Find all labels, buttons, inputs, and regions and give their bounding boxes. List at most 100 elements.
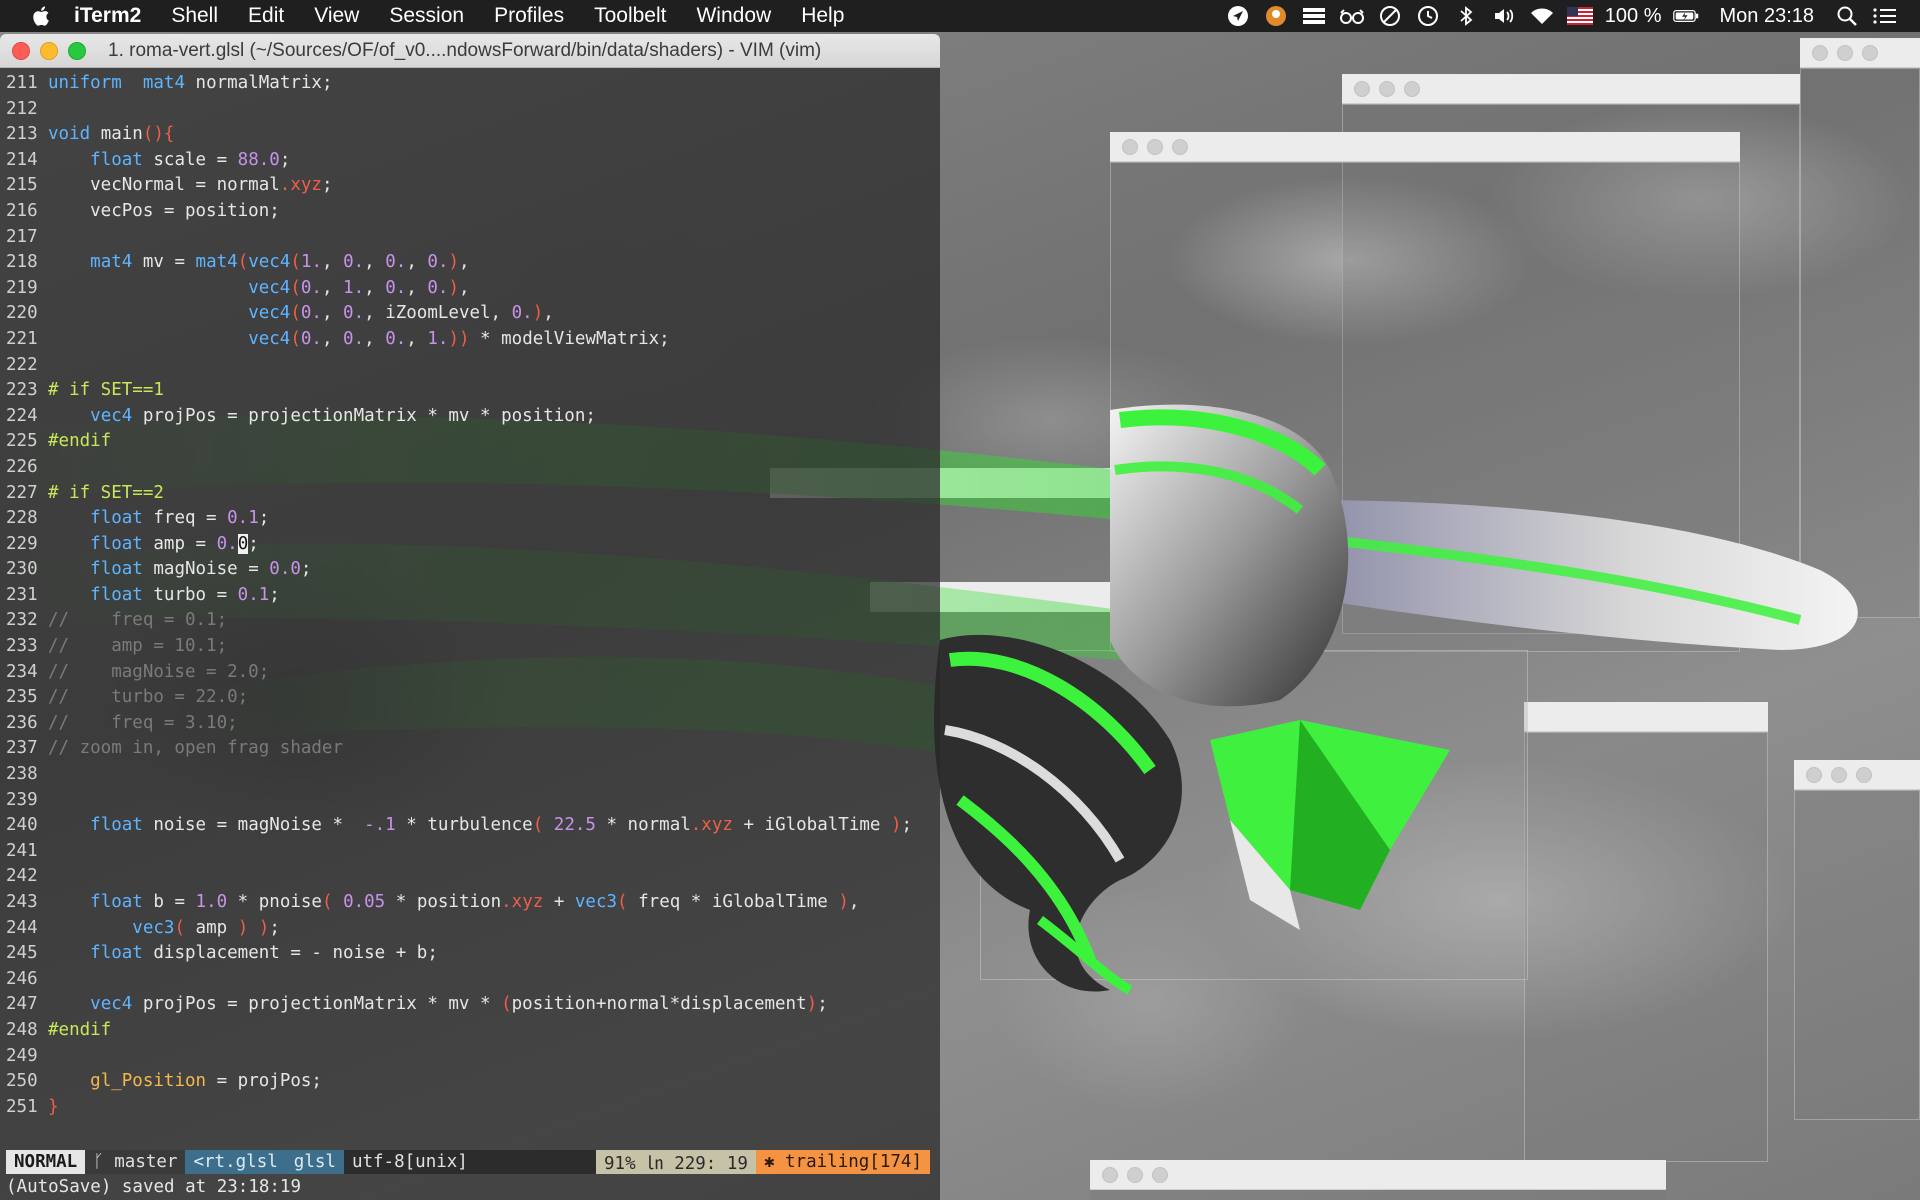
menu-view[interactable]: View bbox=[299, 4, 374, 28]
code-line[interactable]: 235 // turbo = 22.0; bbox=[0, 685, 940, 711]
menu-session[interactable]: Session bbox=[374, 4, 479, 28]
code-line[interactable]: 222 bbox=[0, 353, 940, 379]
close-dot-icon[interactable] bbox=[1102, 1166, 1118, 1183]
code-line[interactable]: 225 #endif bbox=[0, 429, 940, 455]
code-line[interactable]: 217 bbox=[0, 225, 940, 251]
menu-help[interactable]: Help bbox=[786, 4, 859, 28]
window-titlebar[interactable] bbox=[1800, 38, 1920, 68]
code-line[interactable]: 230 float magNoise = 0.0; bbox=[0, 557, 940, 583]
window-titlebar[interactable] bbox=[1090, 1160, 1666, 1190]
close-window-icon[interactable] bbox=[12, 41, 30, 60]
menu-app-name[interactable]: iTerm2 bbox=[74, 4, 156, 28]
close-dot-icon[interactable] bbox=[1354, 80, 1370, 97]
minimize-window-icon[interactable] bbox=[40, 41, 58, 60]
code-line[interactable]: 238 bbox=[0, 762, 940, 788]
iterm-window[interactable]: 1. roma-vert.glsl (~/Sources/OF/of_v0...… bbox=[0, 34, 940, 1200]
code-line[interactable]: 215 vecNormal = normal.xyz; bbox=[0, 173, 940, 199]
code-line[interactable]: 244 vec3( amp ) ); bbox=[0, 916, 940, 942]
code-line[interactable]: 242 bbox=[0, 864, 940, 890]
code-line[interactable]: 221 vec4(0., 0., 0., 1.)) * modelViewMat… bbox=[0, 327, 940, 353]
battery-charging-icon[interactable] bbox=[1673, 3, 1699, 29]
code-line[interactable]: 216 vecPos = position; bbox=[0, 199, 940, 225]
vim-editor[interactable]: 211 uniform mat4 normalMatrix; 212 213 void … bbox=[0, 68, 940, 1200]
code-line[interactable]: 236 // freq = 3.10; bbox=[0, 711, 940, 737]
code-line[interactable]: 241 bbox=[0, 839, 940, 865]
code-line[interactable]: 249 bbox=[0, 1044, 940, 1070]
volume-icon[interactable] bbox=[1491, 3, 1517, 29]
location-icon[interactable] bbox=[1225, 3, 1251, 29]
minimize-dot-icon[interactable] bbox=[1147, 138, 1163, 155]
code-line[interactable]: 251} bbox=[0, 1095, 940, 1121]
app-window-3[interactable] bbox=[1110, 132, 1740, 652]
menu-window[interactable]: Window bbox=[681, 4, 786, 28]
zoom-window-icon[interactable] bbox=[68, 41, 86, 60]
code-line[interactable]: 226 bbox=[0, 455, 940, 481]
wifi-icon[interactable] bbox=[1529, 3, 1555, 29]
window-titlebar[interactable] bbox=[1110, 132, 1740, 162]
zoom-dot-icon[interactable] bbox=[1856, 766, 1872, 783]
spotlight-search-icon[interactable] bbox=[1834, 3, 1860, 29]
code-line[interactable]: 213 void main(){ bbox=[0, 122, 940, 148]
app-window-6[interactable] bbox=[1090, 1160, 1666, 1200]
window-titlebar[interactable] bbox=[1342, 74, 1800, 104]
menu-edit[interactable]: Edit bbox=[233, 4, 299, 28]
code-line[interactable]: 224 vec4 projPos = projectionMatrix * mv… bbox=[0, 404, 940, 430]
window-titlebar[interactable] bbox=[1794, 760, 1920, 790]
window-titlebar[interactable] bbox=[1524, 702, 1768, 732]
code-line[interactable]: 228 float freq = 0.1; bbox=[0, 506, 940, 532]
code-line[interactable]: 231 float turbo = 0.1; bbox=[0, 583, 940, 609]
code-line[interactable]: 218 mat4 mv = mat4(vec4(1., 0., 0., 0.), bbox=[0, 250, 940, 276]
code-line[interactable]: 240 float noise = magNoise * -.1 * turbu… bbox=[0, 813, 940, 839]
code-line[interactable]: 219 vec4(0., 1., 0., 0.), bbox=[0, 276, 940, 302]
code-line[interactable]: 248 #endif bbox=[0, 1018, 940, 1044]
close-dot-icon[interactable] bbox=[1122, 138, 1138, 155]
app-window-4[interactable] bbox=[1524, 702, 1768, 1162]
code-line[interactable]: 214 float scale = 88.0; bbox=[0, 148, 940, 174]
code-line[interactable]: 211 uniform mat4 normalMatrix; bbox=[0, 71, 940, 97]
activity-icon[interactable] bbox=[1263, 3, 1289, 29]
zoom-dot-icon[interactable] bbox=[1152, 1166, 1168, 1183]
glasses-icon[interactable] bbox=[1339, 3, 1365, 29]
minimize-dot-icon[interactable] bbox=[1379, 80, 1395, 97]
time-machine-icon[interactable] bbox=[1415, 3, 1441, 29]
vim-cmdline[interactable]: (AutoSave) saved at 23:18:19 bbox=[6, 1177, 301, 1197]
code-line[interactable]: 233 // amp = 10.1; bbox=[0, 634, 940, 660]
code-line[interactable]: 227 # if SET==2 bbox=[0, 481, 940, 507]
close-dot-icon[interactable] bbox=[1806, 766, 1822, 783]
apple-icon[interactable] bbox=[30, 4, 54, 28]
menu-shell[interactable]: Shell bbox=[156, 4, 233, 28]
do-not-disturb-icon[interactable] bbox=[1377, 3, 1403, 29]
minimize-dot-icon[interactable] bbox=[1837, 44, 1853, 61]
code-line[interactable]: 234 // magNoise = 2.0; bbox=[0, 660, 940, 686]
code-line[interactable]: 212 bbox=[0, 97, 940, 123]
code-line[interactable]: 239 bbox=[0, 788, 940, 814]
close-dot-icon[interactable] bbox=[1812, 44, 1828, 61]
zoom-dot-icon[interactable] bbox=[1404, 80, 1420, 97]
code-line[interactable]: 250 gl_Position = projPos; bbox=[0, 1069, 940, 1095]
iterm-titlebar[interactable]: 1. roma-vert.glsl (~/Sources/OF/of_v0...… bbox=[0, 34, 940, 68]
notification-center-icon[interactable] bbox=[1872, 3, 1898, 29]
bluetooth-icon[interactable] bbox=[1453, 3, 1479, 29]
app-window-2[interactable] bbox=[1800, 38, 1920, 618]
code-line[interactable]: 229 float amp = 0.0; bbox=[0, 532, 940, 558]
minimize-dot-icon[interactable] bbox=[1831, 766, 1847, 783]
code-line[interactable]: 220 vec4(0., 0., iZoomLevel, 0.), bbox=[0, 301, 940, 327]
code-line[interactable]: 223 # if SET==1 bbox=[0, 378, 940, 404]
zoom-dot-icon[interactable] bbox=[1172, 138, 1188, 155]
code-line[interactable]: 232 // freq = 0.1; bbox=[0, 608, 940, 634]
code-line[interactable]: 247 vec4 projPos = projectionMatrix * mv… bbox=[0, 992, 940, 1018]
menu-clock[interactable]: Mon 23:18 bbox=[1719, 5, 1814, 28]
menu-profiles[interactable]: Profiles bbox=[479, 4, 579, 28]
flag-us-icon[interactable] bbox=[1566, 3, 1593, 29]
zoom-dot-icon[interactable] bbox=[1862, 44, 1878, 61]
code-lines[interactable]: 211 uniform mat4 normalMatrix; 212 213 void … bbox=[0, 71, 940, 1120]
stacks-icon[interactable] bbox=[1301, 3, 1327, 29]
code-line[interactable]: 245 float displacement = - noise + b; bbox=[0, 941, 940, 967]
app-window-5[interactable] bbox=[1794, 760, 1920, 1120]
code-line[interactable]: 237 // zoom in, open frag shader bbox=[0, 736, 940, 762]
code-line[interactable]: 243 float b = 1.0 * pnoise( 0.05 * posit… bbox=[0, 890, 940, 916]
app-window-7[interactable] bbox=[980, 650, 1528, 980]
code-line[interactable]: 246 bbox=[0, 967, 940, 993]
menu-toolbelt[interactable]: Toolbelt bbox=[579, 4, 681, 28]
minimize-dot-icon[interactable] bbox=[1127, 1166, 1143, 1183]
